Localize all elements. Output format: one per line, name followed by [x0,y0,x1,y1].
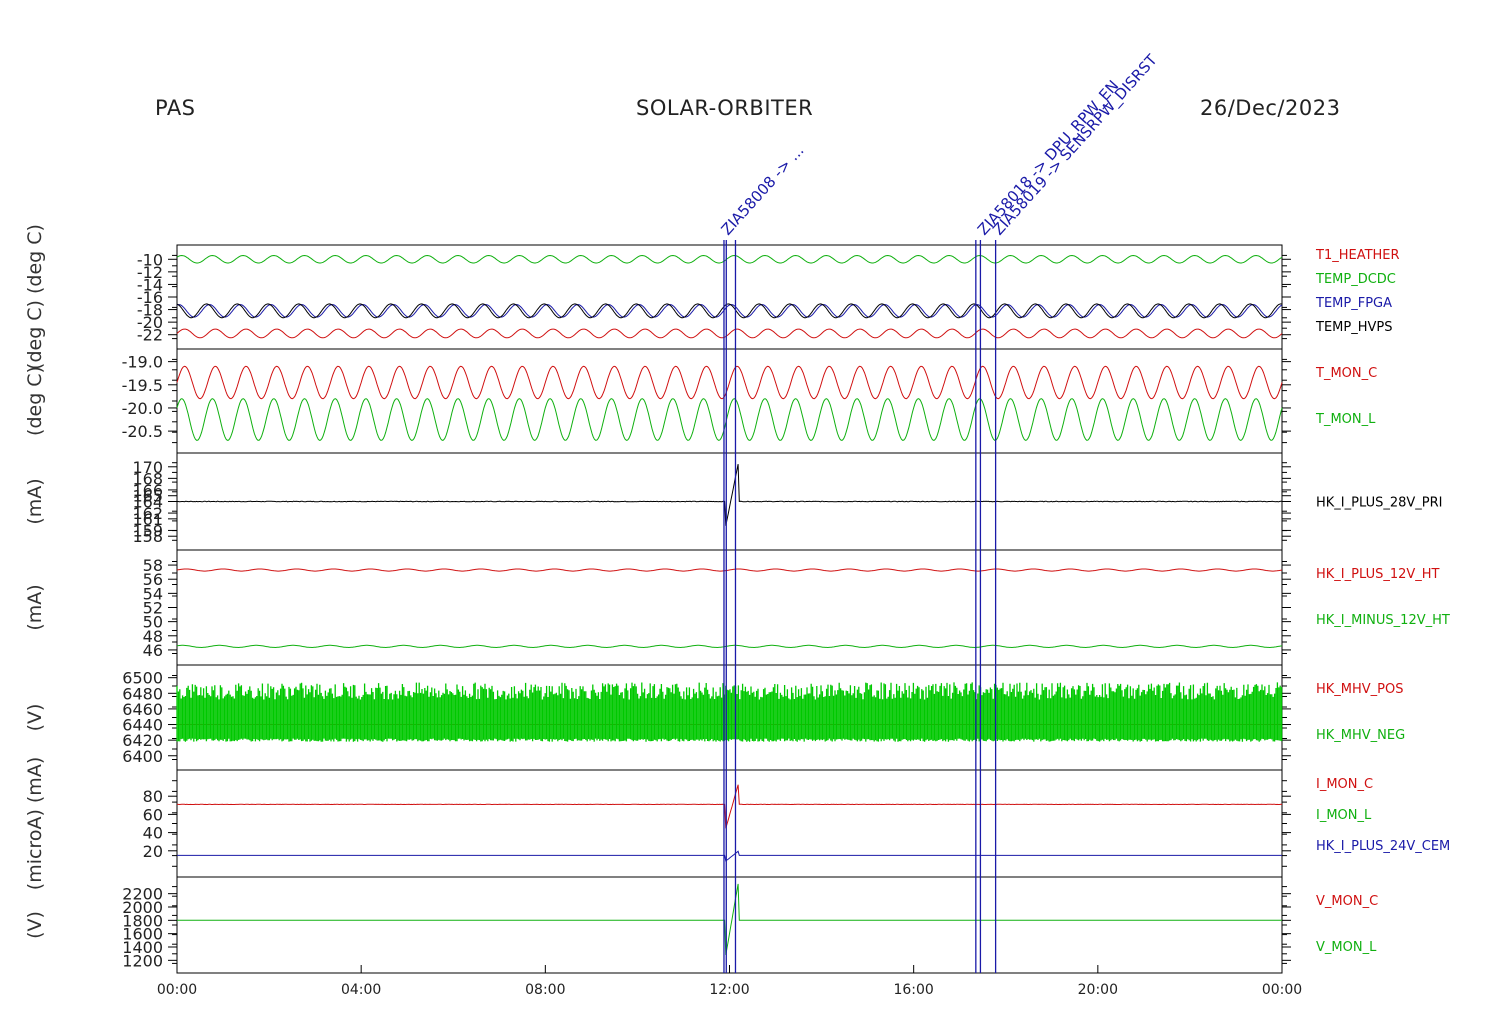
legend-label-i_mon_c: I_MON_C [1316,777,1373,792]
series-line-hk_i_plus_12v_ht [176,568,1283,572]
event-annotation: ZIA58008 -> ... [718,142,808,239]
y-axis-label: (V) [24,911,46,939]
y-tick-label: 20 [143,842,163,861]
y-tick-label: 6400 [122,747,163,766]
panel-frame [176,769,1283,878]
legend-label-hk_mhv_neg: HK_MHV_NEG [1316,728,1405,743]
y-tick-label: 60 [143,805,163,824]
x-tick-label: 16:00 [893,982,933,998]
series-line-v_mon_l [177,883,1282,956]
series-line-temp_hvps [176,303,1283,319]
series-line-t_mon_l [176,398,1283,441]
series-line-hk_mhv_neg [176,682,1283,742]
x-tick-label: 04:00 [341,982,381,998]
series-line-hk_i_plus_24v_cem [177,850,1282,862]
y-tick-label: -20.0 [122,399,163,418]
legend-label-temp_fpga: TEMP_FPGA [1315,296,1392,311]
panel-frame [176,876,1283,974]
housekeeping-chart: (deg C) (deg C) -10-12-14-16-18-20-22T1_H… [24,50,1450,998]
series-line-t_mon_c [176,365,1283,400]
y-axis-label: (microA) (mA) [24,757,46,890]
y-tick-label: 40 [143,824,163,843]
legend-label-t_mon_l: T_MON_L [1315,412,1376,427]
legend-label-t_mon_c: T_MON_C [1315,366,1377,381]
y-tick-label: 80 [143,787,163,806]
legend-label-v_mon_l: V_MON_L [1316,940,1377,955]
y-axis-label: (deg C) [24,366,46,436]
y-tick-label: 46 [143,641,163,660]
y-axis-label: (V) [24,704,46,732]
legend-label-hk_i_plus_28v_pri: HK_I_PLUS_28V_PRI [1316,496,1442,511]
x-tick-label: 08:00 [525,982,565,998]
x-tick-label: 12:00 [709,982,749,998]
y-axis-label: (mA) [24,584,46,630]
legend-label-i_mon_l: I_MON_L [1316,808,1372,823]
y-tick-label: -19.0 [122,353,163,372]
legend-label-hk_i_plus_12v_ht: HK_I_PLUS_12V_HT [1316,567,1440,582]
series-line-hk_i_plus_28v_pri [177,464,1282,526]
event-annotation: ZIA58018 -> DPU_RPW_EN [974,77,1123,240]
legend-label-hk_i_minus_12v_ht: HK_I_MINUS_12V_HT [1316,613,1450,628]
y-tick-label: 1200 [122,951,163,970]
panel-frame [176,549,1283,666]
x-tick-label: 00:00 [1262,982,1302,998]
series-line-i_mon_c [176,784,1283,829]
y-tick-label: -20.5 [122,422,163,441]
panel-frame [176,348,1283,454]
legend-label-v_mon_c: V_MON_C [1316,894,1378,909]
x-tick-label: 00:00 [157,982,197,998]
series-line-t1_heather [176,328,1283,339]
series-line-hk_i_minus_12v_ht [176,644,1283,649]
y-axis-label: (deg C) (deg C) [24,224,46,370]
legend-label-temp_hvps: TEMP_HVPS [1315,320,1392,335]
x-tick-label: 20:00 [1078,982,1118,998]
y-axis-label: (mA) [24,478,46,524]
y-tick-label: 158 [132,527,163,546]
legend-label-t1_heather: T1_HEATHER [1315,248,1400,263]
legend-label-temp_dcdc: TEMP_DCDC [1315,272,1396,287]
series-line-temp_dcdc [176,254,1283,264]
event-annotation: ZIA58019 -> SENSRPW_DISRST [989,50,1162,239]
y-tick-label: -22 [137,326,163,345]
legend-label-hk_i_plus_24v_cem: HK_I_PLUS_24V_CEM [1316,839,1450,854]
y-tick-label: -19.5 [122,376,163,395]
legend-label-hk_mhv_pos: HK_MHV_POS [1316,682,1404,697]
